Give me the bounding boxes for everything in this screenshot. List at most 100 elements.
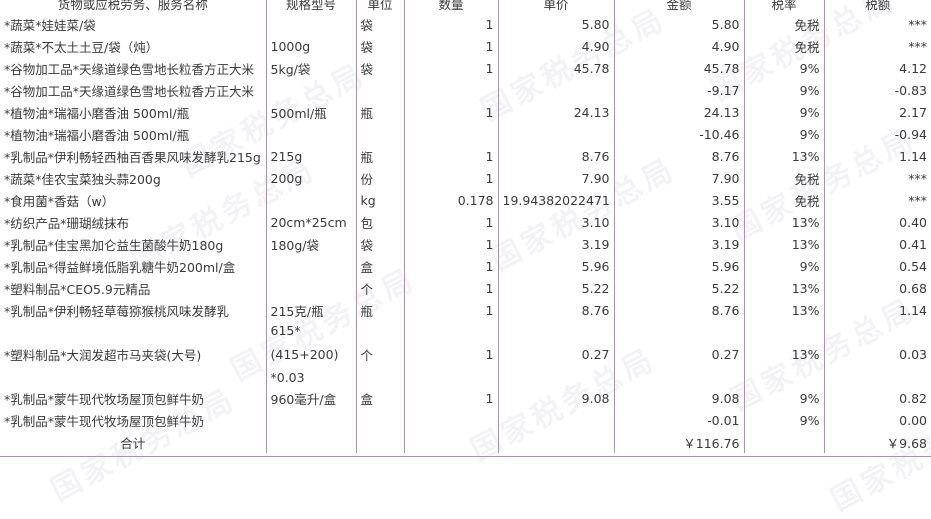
table-row: *乳制品*伊利畅轻草莓猕猴桃风味发酵乳 215克/瓶瓶 1 8.76 8.76 13% 1.…	[0, 299, 931, 321]
col-header-unit-price: 单价	[498, 0, 615, 13]
item-tax-amount: -0.83	[894, 82, 927, 98]
item-name: *乳制品*蒙牛现代牧场屋顶包鲜牛奶	[0, 387, 267, 409]
item-unit-price: 4.90	[498, 35, 615, 57]
item-spec	[266, 255, 357, 277]
item-spec: 215g	[266, 145, 357, 167]
item-unit-price: 5.80	[498, 13, 615, 35]
item-spec: 215克/瓶	[266, 299, 357, 321]
item-tax-rate: 免税	[744, 13, 825, 35]
item-spec	[266, 13, 357, 35]
item-name: *塑料制品*CEO5.9元精品	[0, 277, 267, 299]
item-tax-amount: 1.14	[899, 148, 927, 164]
item-unit-price: 0.27	[498, 321, 615, 387]
item-unit: 包	[356, 211, 405, 233]
item-tax-rate: 9%	[744, 101, 825, 123]
item-name: *乳制品*伊利畅轻草莓猕猴桃风味发酵乳	[0, 299, 267, 321]
item-amount: 7.90	[614, 167, 745, 189]
item-quantity: 1	[404, 321, 499, 387]
item-amount: 3.10	[614, 211, 745, 233]
item-unit	[356, 123, 405, 145]
item-spec	[266, 277, 357, 299]
item-amount: -10.46	[614, 123, 745, 145]
item-spec: 960毫升/盒	[266, 387, 357, 409]
table-row: *乳制品*得益鲜境低脂乳糖牛奶200ml/盒盒 1 5.96 5.96 9% 0.54	[0, 255, 931, 277]
item-unit: 瓶	[356, 145, 405, 167]
item-unit: 盒	[356, 387, 405, 409]
table-row: *乳制品*佳宝黑加仑益生菌酸牛奶180g 180g/袋袋 1 3.19 3.19 13% 0…	[0, 233, 931, 255]
col-header-quantity: 数量	[404, 0, 499, 13]
table-row: *纺织产品*珊瑚绒抹布 20cm*25cm 包 1 3.10 3.10 13% 0.40	[0, 211, 931, 233]
item-amount: 9.08	[614, 387, 745, 409]
table-row: *植物油*瑞福小磨香油 500ml/瓶 500ml/瓶瓶 1 24.13 24.13 9%…	[0, 101, 931, 123]
item-tax-amount: ***	[908, 38, 927, 54]
item-spec-line: (415+200)	[270, 346, 339, 362]
item-tax-amount: 0.41	[899, 236, 927, 252]
item-name: *乳制品*佳宝黑加仑益生菌酸牛奶180g	[0, 233, 267, 255]
item-unit-price: 24.13	[498, 101, 615, 123]
item-tax-rate: 9%	[744, 255, 825, 277]
item-spec-lines: 615* (415+200) *0.03	[271, 323, 352, 385]
item-tax-rate: 免税	[744, 35, 825, 57]
total-tax: ￥9.68	[886, 435, 927, 451]
table-row: *乳制品*蒙牛现代牧场屋顶包鲜牛奶 960毫升/盒盒 1 9.08 9.08 9% 0.82	[0, 387, 931, 409]
item-spec	[266, 123, 357, 145]
item-unit-price: 3.19	[498, 233, 615, 255]
item-spec: 180g/袋	[266, 233, 357, 255]
bottom-divider	[0, 456, 931, 457]
table-row: *蔬菜*佳农宝菜独头蒜200g 200g 份 1 7.90 7.90 免税 ***	[0, 167, 931, 189]
item-unit-price: 8.76	[498, 299, 615, 321]
item-tax-rate: 9%	[744, 79, 825, 101]
item-unit: kg	[356, 189, 405, 211]
item-tax-amount: 4.12	[899, 60, 927, 76]
item-tax-amount: 0.40	[899, 214, 927, 230]
table-row: *谷物加工品*天缘道绿色雪地长粒香方正大米 5kg/袋袋 1 45.78 45.78 9%…	[0, 57, 931, 79]
item-amount: -0.01	[614, 409, 745, 431]
item-amount: 5.96	[614, 255, 745, 277]
item-tax-rate: 13%	[744, 277, 825, 299]
item-spec	[266, 189, 357, 211]
item-quantity: 1	[404, 167, 499, 189]
item-unit: 盒	[356, 255, 405, 277]
invoice-items-table: 货物或应税劳务、服务名称 规格型号 单位 数量 单价 金额 税率 税额 *蔬菜*…	[0, 0, 931, 453]
item-unit-price	[498, 79, 615, 101]
item-tax-amount: 0.03	[899, 346, 927, 362]
item-quantity: 1	[404, 35, 499, 57]
item-name: *植物油*瑞福小磨香油 500ml/瓶	[0, 123, 267, 145]
item-amount: 3.19	[614, 233, 745, 255]
table-row: *塑料制品*大润发超市马夹袋(大号) 615* (415+200) *0.03 个 1 0.…	[0, 321, 931, 387]
item-unit-price: 9.08	[498, 387, 615, 409]
item-unit: 瓶	[356, 101, 405, 123]
item-quantity: 1	[404, 299, 499, 321]
item-unit-price: 5.96	[498, 255, 615, 277]
col-header-tax-amount: 税额	[865, 0, 891, 12]
item-amount: 8.76	[614, 145, 745, 167]
item-spec: 20cm*25cm	[266, 211, 357, 233]
item-unit	[356, 409, 405, 431]
item-quantity	[404, 79, 499, 101]
item-unit-price: 45.78	[498, 57, 615, 79]
item-quantity: 1	[404, 387, 499, 409]
item-tax-amount: ***	[908, 192, 927, 208]
total-label: 合计	[0, 431, 267, 453]
col-header-item-name: 货物或应税劳务、服务名称	[0, 0, 267, 13]
item-tax-rate: 9%	[744, 123, 825, 145]
item-unit: 袋	[356, 13, 405, 35]
col-header-spec: 规格型号	[266, 0, 357, 13]
item-name: *蔬菜*娃娃菜/袋	[0, 13, 267, 35]
item-quantity: 1	[404, 57, 499, 79]
table-header-row: 货物或应税劳务、服务名称 规格型号 单位 数量 单价 金额 税率 税额	[0, 0, 931, 13]
item-tax-rate: 免税	[744, 167, 825, 189]
item-name: *纺织产品*珊瑚绒抹布	[0, 211, 267, 233]
item-amount: 8.76	[614, 299, 745, 321]
table-row: *食用菌*香菇（w） kg 0.178 19.94382022471 9 3.55 免税 *…	[0, 189, 931, 211]
item-tax-rate: 9%	[744, 387, 825, 409]
item-quantity: 1	[404, 145, 499, 167]
item-spec: 500ml/瓶	[266, 101, 357, 123]
table-row: *塑料制品*CEO5.9元精品个 1 5.22 5.22 13% 0.68	[0, 277, 931, 299]
item-spec-line: 615*	[270, 323, 301, 338]
item-amount: 24.13	[614, 101, 745, 123]
item-quantity: 1	[404, 277, 499, 299]
item-name: *乳制品*得益鲜境低脂乳糖牛奶200ml/盒	[0, 255, 267, 277]
item-name: *谷物加工品*天缘道绿色雪地长粒香方正大米	[0, 79, 267, 101]
item-quantity	[404, 409, 499, 431]
